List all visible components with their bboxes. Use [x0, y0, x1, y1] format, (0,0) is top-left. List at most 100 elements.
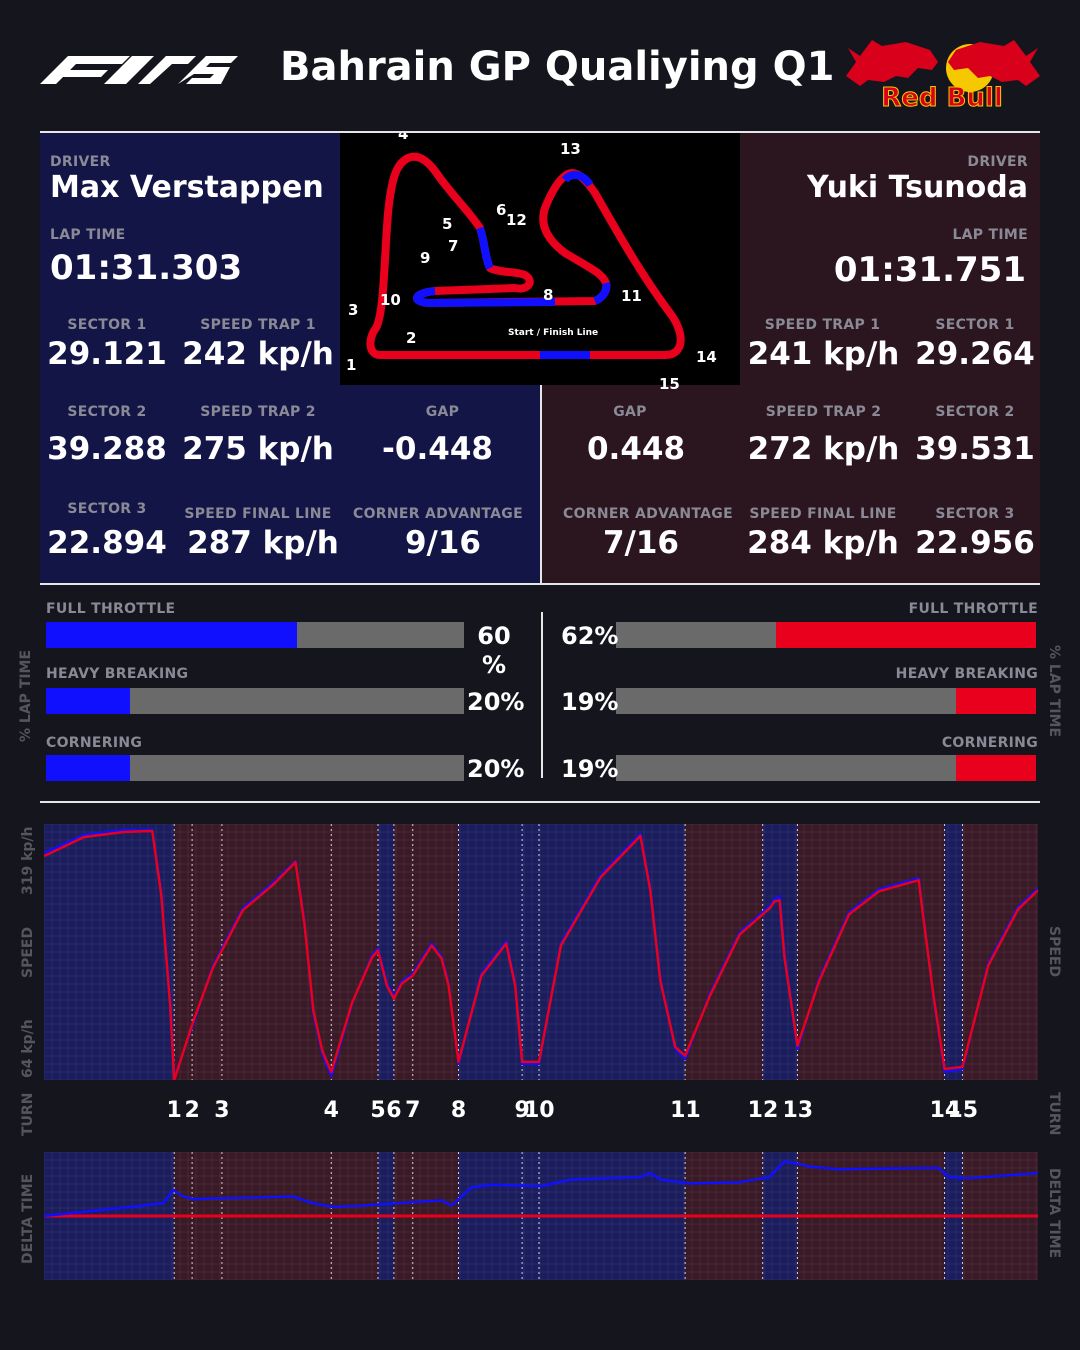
turn-label: 12 [747, 1098, 779, 1123]
corner-label: 10 [380, 291, 401, 309]
red-bull-logo: Red Bull [846, 40, 1040, 112]
corner-label: 12 [506, 211, 527, 229]
corner-label: 11 [621, 287, 642, 305]
team-logo-text: Red Bull [881, 83, 1002, 112]
driver1-cornering-bar [46, 755, 464, 781]
corner-label: 5 [442, 215, 452, 233]
driver1-heavy-breaking-label: HEAVY BREAKING [46, 666, 189, 682]
corner-label: 13 [560, 140, 581, 158]
driver2-speed-trap2: 272 kp/h [747, 431, 900, 467]
driver1-sector1-label: SECTOR 1 [67, 317, 147, 333]
driver2-cornering-label: CORNERING [941, 735, 1038, 751]
speed-chart [44, 824, 1038, 1080]
corner-label: 4 [398, 133, 408, 143]
track-segment-driver1 [561, 171, 594, 188]
driver1-sector2: 39.288 [47, 431, 167, 467]
driver2-corner-advantage: 7/16 [602, 525, 680, 561]
driver2-sector3-label: SECTOR 3 [935, 506, 1015, 522]
driver1-sector2-label: SECTOR 2 [67, 404, 147, 420]
driver1-corner-advantage: 9/16 [404, 525, 482, 561]
driver1-heavy-breaking-bar [46, 688, 464, 714]
driver1-lap-time-label: LAP TIME [50, 227, 126, 243]
corner-label: 8 [543, 286, 553, 304]
driver2-full-throttle-fill [775, 622, 1036, 648]
corner-label: 14 [696, 348, 717, 366]
driver2-sector1: 29.264 [915, 336, 1035, 372]
divider [40, 801, 1040, 803]
driver2-sector2: 39.531 [915, 431, 1035, 467]
pct-lap-time-label-right: % LAP TIME [1046, 645, 1062, 738]
driver2-sector3: 22.956 [915, 525, 1035, 561]
bars-divider [541, 612, 543, 778]
driver2-gap-label: GAP [613, 404, 647, 420]
panel-divider [540, 385, 542, 583]
turn-label: 4 [323, 1098, 339, 1123]
turn-label: 2 [184, 1098, 200, 1123]
driver1-driver-label: DRIVER [50, 154, 111, 170]
driver1-speed-final-label: SPEED FINAL LINE [184, 506, 332, 522]
corner-label: 2 [406, 329, 416, 347]
driver1-speed-trap1: 242 kp/h [182, 336, 334, 372]
driver1-full-throttle-bar [46, 622, 464, 648]
delta-axis-label-left: DELTA TIME [20, 1173, 36, 1264]
driver1-gap: -0.448 [382, 431, 493, 467]
driver1-name: Max Verstappen [50, 170, 324, 205]
corner-label: 3 [348, 301, 358, 319]
turn-axis-label-right: TURN [1046, 1092, 1062, 1136]
driver1-speed-trap2-label: SPEED TRAP 2 [200, 404, 316, 420]
driver2-cornering-bar [616, 755, 1036, 781]
driver2-heavy-breaking-bar [616, 688, 1036, 714]
driver2-corner-advantage-label: CORNER ADVANTAGE [563, 506, 733, 522]
driver1-heavy-breaking-fill [46, 688, 130, 714]
speed-axis-label-left: SPEED [20, 926, 36, 978]
f1-75-logo [40, 56, 238, 84]
driver2-speed-trap2-label: SPEED TRAP 2 [765, 404, 882, 420]
driver2-heavy-breaking-fill [956, 688, 1036, 714]
driver2-gap: 0.448 [586, 431, 686, 467]
driver1-full-throttle-fill [46, 622, 297, 648]
driver1-lap-time: 01:31.303 [50, 248, 243, 288]
speed-min-label: 64 kp/h [20, 1019, 36, 1078]
driver1-full-throttle-pct-symbol: % [481, 651, 507, 679]
corner-label: 1 [346, 356, 356, 374]
driver1-cornering-fill [46, 755, 130, 781]
driver2-speed-trap1: 241 kp/h [747, 336, 900, 372]
corner-label: 15 [659, 375, 680, 393]
driver1-gap-label: GAP [425, 404, 460, 420]
corner-label: 6 [496, 201, 506, 219]
driver1-heavy-breaking-pct: 20% [467, 688, 525, 716]
driver1-speed-trap2: 275 kp/h [182, 431, 334, 467]
driver2-lap-time-label: LAP TIME [952, 227, 1028, 243]
driver2-lap-time: 01:31.751 [833, 250, 1026, 290]
delta-axis-label-right: DELTA TIME [1046, 1168, 1062, 1259]
turn-axis-label-left: TURN [20, 1092, 36, 1136]
track-segment-driver1 [476, 226, 494, 270]
speed-axis-label-right: SPEED [1046, 926, 1062, 978]
speed-max-label: 319 kp/h [20, 826, 36, 895]
driver2-heavy-breaking-label: HEAVY BREAKING [895, 666, 1038, 682]
turn-label: 13 [782, 1098, 814, 1123]
driver1-sector1: 29.121 [47, 336, 167, 372]
driver1-cornering-pct: 20% [467, 755, 525, 783]
driver2-speed-final-label: SPEED FINAL LINE [749, 506, 897, 522]
driver1-full-throttle-label: FULL THROTTLE [46, 601, 176, 617]
driver2-speed-final: 284 kp/h [747, 525, 899, 561]
driver1-speed-trap1-label: SPEED TRAP 1 [200, 317, 316, 333]
turn-label: 15 [947, 1098, 979, 1123]
turn-label: 7 [405, 1098, 421, 1123]
driver2-sector2-label: SECTOR 2 [935, 404, 1015, 420]
driver1-full-throttle-pct: 60 [477, 622, 511, 650]
driver1-corner-advantage-label: CORNER ADVANTAGE [353, 506, 523, 522]
driver2-cornering-pct: 19% [561, 755, 619, 783]
turn-label: 11 [670, 1098, 701, 1123]
turn-label: 3 [214, 1098, 230, 1123]
driver1-cornering-label: CORNERING [46, 735, 143, 751]
track-outline [366, 152, 685, 359]
driver2-name: Yuki Tsunoda [807, 170, 1028, 205]
driver1-sector3: 22.894 [47, 525, 167, 561]
driver2-cornering-fill [956, 755, 1036, 781]
pct-lap-time-label-left: % LAP TIME [18, 649, 34, 742]
bull-left-icon [846, 40, 938, 86]
driver2-full-throttle-bar [616, 622, 1036, 648]
corner-label: 7 [448, 237, 458, 255]
